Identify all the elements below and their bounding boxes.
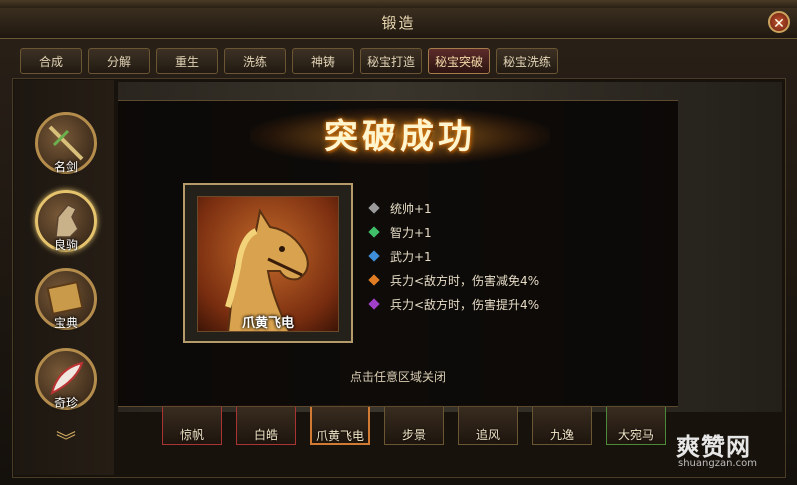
chevron-down-icon[interactable]: ︾ — [54, 431, 78, 451]
horse-name: 爪黄飞电 — [315, 429, 364, 443]
watermark-brand: 爽赞网 — [676, 433, 751, 461]
stat-text: 兵力<敌方时，伤害减免4% — [390, 274, 540, 288]
horse-card[interactable]: 九逸 — [532, 405, 592, 445]
horse-name: 九逸 — [549, 428, 574, 442]
horse-name: 追风 — [475, 428, 500, 442]
watermark-url: shuangzan.com — [678, 458, 757, 469]
horse-card[interactable]: 追风 — [458, 405, 518, 445]
tab-treasure-breakthrough[interactable]: 秘宝突破 — [428, 48, 490, 74]
tab-refine[interactable]: 洗练 — [224, 48, 286, 74]
side-nav-label: 宝典 — [53, 316, 78, 330]
side-nav-label: 奇珍 — [53, 396, 78, 410]
tab-divine-forge[interactable]: 神铸 — [292, 48, 354, 74]
tab-treasure-craft[interactable]: 秘宝打造 — [360, 48, 422, 74]
stat-text: 智力+1 — [390, 226, 432, 240]
close-hint: 点击任意区域关闭 — [349, 370, 446, 384]
side-nav-label: 良驹 — [53, 238, 78, 252]
side-nav-treasure[interactable]: 奇珍 — [35, 348, 97, 410]
tab-decompose[interactable]: 分解 — [88, 48, 150, 74]
side-nav-book[interactable]: 宝典 — [35, 268, 97, 330]
horse-name: 惊帆 — [179, 428, 204, 442]
side-nav-sword[interactable]: 名剑 — [35, 112, 97, 174]
tab-rebirth[interactable]: 重生 — [156, 48, 218, 74]
item-name: 爪黄飞电 — [241, 316, 294, 331]
result-banner: 突破成功 — [324, 117, 476, 157]
horse-card[interactable]: 惊帆 — [162, 405, 222, 445]
side-nav-horse[interactable]: 良驹 — [35, 190, 97, 252]
horse-name: 大宛马 — [617, 428, 654, 442]
tab-synthesize[interactable]: 合成 — [20, 48, 82, 74]
horse-name: 步景 — [401, 428, 426, 442]
horse-card[interactable]: 大宛马 — [606, 405, 666, 445]
close-icon[interactable]: ✕ — [768, 11, 790, 33]
stat-text: 武力+1 — [390, 250, 432, 264]
stat-text: 统帅+1 — [390, 202, 432, 216]
window-title: 锻造 — [381, 14, 416, 32]
top-strip — [0, 0, 797, 8]
horse-name: 白皓 — [253, 428, 278, 442]
tab-treasure-refine[interactable]: 秘宝洗练 — [496, 48, 558, 74]
horse-card[interactable]: 步景 — [384, 405, 444, 445]
side-nav-label: 名剑 — [53, 160, 78, 174]
stat-text: 兵力<敌方时，伤害提升4% — [390, 298, 540, 312]
watermark: 爽赞网 shuangzan.com — [676, 427, 786, 477]
horse-card[interactable]: 白皓 — [236, 405, 296, 445]
horse-card[interactable]: 爪黄飞电 — [310, 405, 370, 445]
